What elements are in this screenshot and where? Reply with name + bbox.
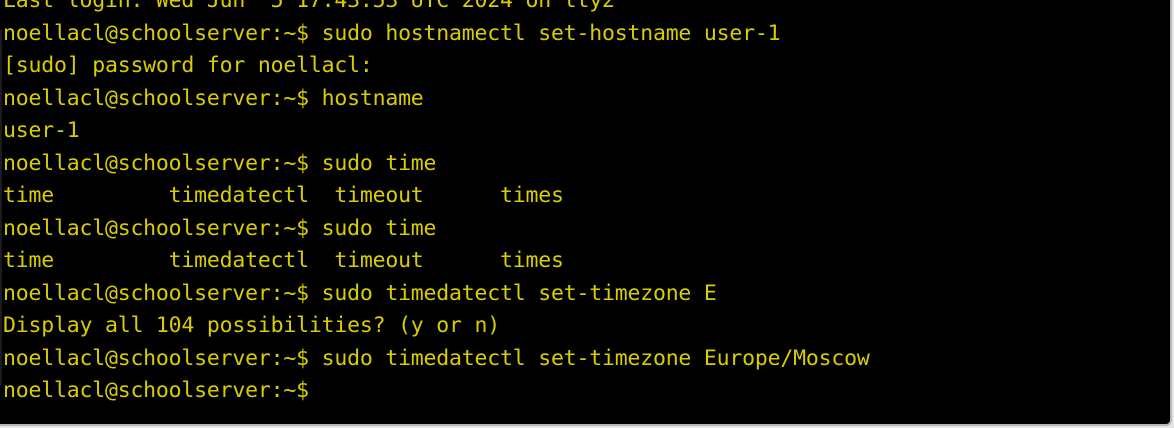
left-edge-marker: [0, 30, 2, 385]
completion-suggestions: time timedatectl timeout times: [3, 248, 564, 273]
terminal-window[interactable]: Last login: Wed Jun 5 17:43:53 UTC 2024 …: [0, 0, 1172, 426]
completion-suggestions: time timedatectl timeout times: [3, 183, 564, 208]
command-line-set-timezone-partial: noellacl@schoolserver:~$ sudo timedatect…: [3, 280, 717, 306]
command-line-sudo-time: noellacl@schoolserver:~$ sudo time: [3, 215, 437, 241]
current-prompt[interactable]: noellacl@schoolserver:~$: [3, 375, 870, 408]
command-line-sudo-time: noellacl@schoolserver:~$ sudo time: [3, 150, 437, 176]
sudo-password-prompt: [sudo] password for noellacl:: [3, 53, 373, 78]
terminal-output: Last login: Wed Jun 5 17:43:53 UTC 2024 …: [3, 0, 870, 408]
output-line-hostname: user-1: [3, 118, 80, 143]
command-line-hostname: noellacl@schoolserver:~$ hostname: [3, 85, 424, 111]
completion-possibilities-prompt: Display all 104 possibilities? (y or n): [3, 313, 501, 338]
last-login-line: Last login: Wed Jun 5 17:43:53 UTC 2024 …: [3, 0, 615, 13]
command-line-set-timezone: noellacl@schoolserver:~$ sudo timedatect…: [3, 345, 870, 371]
command-line-set-hostname: noellacl@schoolserver:~$ sudo hostnamect…: [3, 20, 781, 46]
